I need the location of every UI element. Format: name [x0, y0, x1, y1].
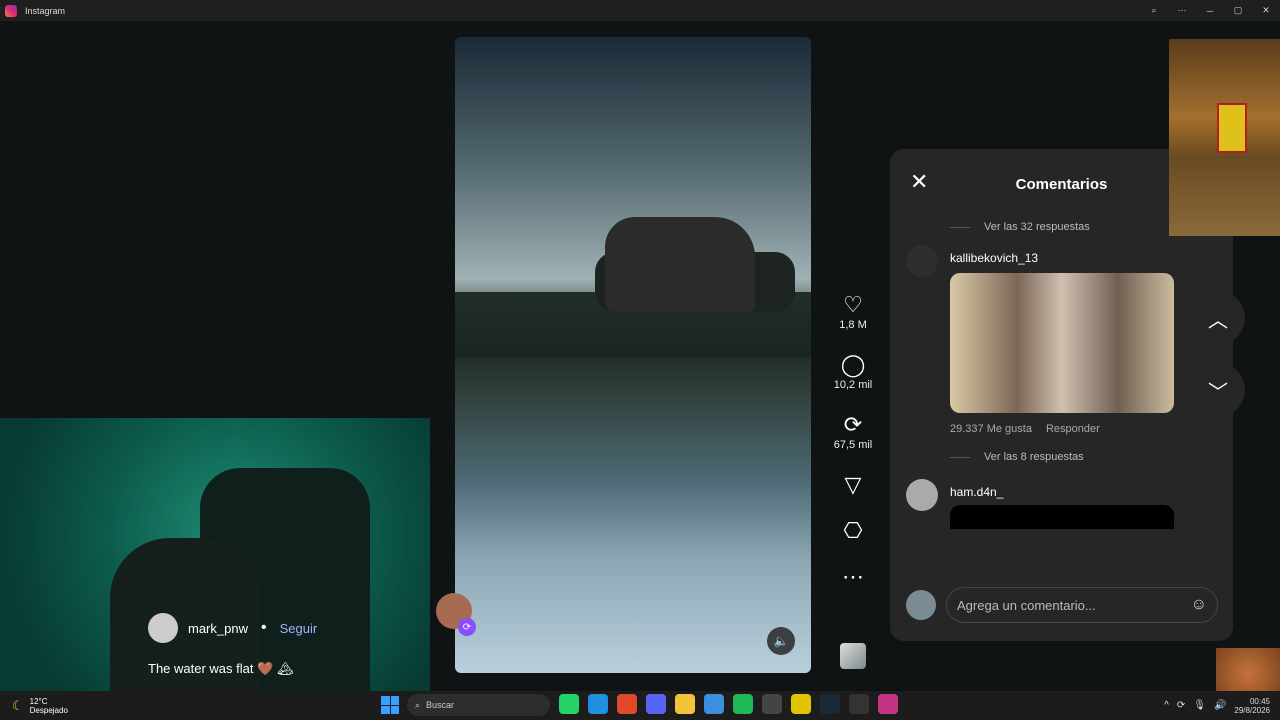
- divider: [950, 456, 970, 458]
- chevron-up-icon[interactable]: ^: [1164, 700, 1169, 711]
- maximize-button[interactable]: ▢: [1224, 0, 1252, 21]
- comment-username[interactable]: ham.d4n_: [950, 479, 1233, 499]
- folder-icon[interactable]: [675, 694, 695, 714]
- volume-icon[interactable]: 🔊: [1214, 700, 1226, 711]
- mic-icon[interactable]: 🎙: [1193, 700, 1206, 711]
- comment-username[interactable]: kallibekovich_13: [950, 245, 1233, 265]
- comment-icon: ◯: [840, 352, 866, 377]
- comment-item: kallibekovich_13 29.337 Me gusta Respond…: [906, 245, 1233, 435]
- bookmark-icon: ⎔: [843, 518, 863, 543]
- taskbar-apps: [559, 694, 898, 714]
- follow-button[interactable]: Seguir: [280, 621, 318, 636]
- search-label: Buscar: [426, 700, 455, 710]
- moon-icon: ☾: [12, 697, 24, 713]
- comment-composer: Agrega un comentario... ☺: [906, 587, 1218, 623]
- search-icon: ⌕: [415, 699, 421, 710]
- rock: [605, 217, 755, 312]
- comment-likes: 29.337 Me gusta: [950, 423, 1032, 435]
- comment-input[interactable]: Agrega un comentario... ☺: [946, 587, 1218, 623]
- title-bar: Instagram ⌕ ⋯ ─ ▢ ✕: [0, 0, 1280, 21]
- avatar[interactable]: [148, 613, 178, 643]
- view-replies-label: Ver las 8 respuestas: [984, 451, 1084, 463]
- view-replies-label: Ver las 32 respuestas: [984, 221, 1090, 233]
- clock-time: 00:45: [1249, 696, 1270, 706]
- like-count: 1,8 M: [839, 319, 867, 331]
- close-window-button[interactable]: ✕: [1252, 0, 1280, 21]
- comment-placeholder: Agrega un comentario...: [957, 597, 1096, 613]
- taskbar-search[interactable]: ⌕ Buscar: [407, 694, 550, 716]
- emoji-icon[interactable]: ☺: [1191, 596, 1207, 614]
- speaker-icon: 🔈: [773, 634, 789, 648]
- previous-reel-button[interactable]: ︿: [1191, 291, 1245, 345]
- notes-icon[interactable]: [791, 694, 811, 714]
- window-title: Instagram: [25, 5, 66, 16]
- chevron-down-icon: ﹀: [1208, 381, 1228, 404]
- minimize-button[interactable]: ─: [1196, 0, 1224, 21]
- weather-desc: Despejado: [29, 705, 68, 715]
- avatar[interactable]: [906, 479, 938, 511]
- whatsapp-icon[interactable]: [559, 694, 579, 714]
- app-stage: 🔈 ♡ 1,8 M ◯ 10,2 mil ⟳ 67,5 mil ▽ ⎔ ⋯ ✕ …: [0, 21, 1280, 712]
- like-button[interactable]: ♡ 1,8 M: [828, 292, 878, 332]
- brave-icon[interactable]: [617, 694, 637, 714]
- chevron-up-icon: ︿: [1208, 309, 1228, 332]
- comment-button[interactable]: ◯ 10,2 mil: [828, 352, 878, 392]
- weather-widget[interactable]: ☾ 12°C Despejado: [12, 697, 68, 715]
- steam-icon[interactable]: [820, 694, 840, 714]
- clock[interactable]: 00:45 29/8/2026: [1234, 697, 1270, 715]
- discord-icon[interactable]: [646, 694, 666, 714]
- divider: [950, 226, 970, 228]
- reply-button[interactable]: Responder: [1046, 423, 1100, 435]
- instagram-icon: [5, 4, 17, 17]
- train: [1217, 103, 1247, 153]
- comment-item: ham.d4n_: [906, 479, 1233, 529]
- reel-actions: ♡ 1,8 M ◯ 10,2 mil ⟳ 67,5 mil ▽ ⎔ ⋯: [828, 293, 878, 611]
- more-icon: ⋯: [842, 564, 864, 589]
- spotify-icon[interactable]: [733, 694, 753, 714]
- start-icon[interactable]: [381, 696, 399, 714]
- send-icon: ▽: [844, 472, 862, 497]
- clock-date: 29/8/2026: [1234, 705, 1270, 715]
- creator-name[interactable]: mark_pnw: [188, 621, 248, 636]
- repost-icon: ⟳: [843, 412, 863, 437]
- audio-thumbnail[interactable]: [840, 643, 866, 669]
- next-reel-button[interactable]: ﹀: [1191, 363, 1245, 417]
- remix-icon: ⟳: [458, 618, 476, 636]
- reel-caption: The water was flat 🤎 🏔: [148, 661, 294, 676]
- game-overlay: [1169, 39, 1280, 236]
- repost-count: 67,5 mil: [833, 439, 873, 451]
- mute-button[interactable]: 🔈: [767, 627, 795, 655]
- avatar[interactable]: [906, 245, 938, 277]
- comment-gif[interactable]: [950, 273, 1174, 413]
- view-replies-mid[interactable]: Ver las 8 respuestas: [950, 445, 1233, 469]
- creator-row: mark_pnw • Seguir: [148, 613, 317, 643]
- edge-icon[interactable]: [588, 694, 608, 714]
- comment-media[interactable]: [950, 505, 1174, 529]
- weather-temp: 12°C: [29, 696, 48, 706]
- repost-button[interactable]: ⟳ 67,5 mil: [828, 412, 878, 452]
- heart-icon: ♡: [843, 292, 863, 317]
- system-tray: ^ ⟳ 🎙 🔊 00:45 29/8/2026: [1164, 691, 1270, 720]
- instagram-taskbar-icon[interactable]: [878, 694, 898, 714]
- avatar: [906, 590, 936, 620]
- comment-count: 10,2 mil: [833, 379, 873, 391]
- capcut-icon[interactable]: [849, 694, 869, 714]
- reel-video[interactable]: 🔈: [455, 37, 811, 673]
- more-options-button[interactable]: ⋯: [1168, 0, 1196, 21]
- app-icon[interactable]: [704, 694, 724, 714]
- save-button[interactable]: ⎔: [828, 519, 878, 543]
- separator: •: [260, 619, 267, 636]
- more-button[interactable]: ⋯: [828, 565, 878, 589]
- chrome-icon[interactable]: [762, 694, 782, 714]
- zoom-icon[interactable]: ⌕: [1140, 0, 1168, 21]
- share-button[interactable]: ▽: [828, 473, 878, 497]
- network-icon[interactable]: ⟳: [1177, 700, 1185, 711]
